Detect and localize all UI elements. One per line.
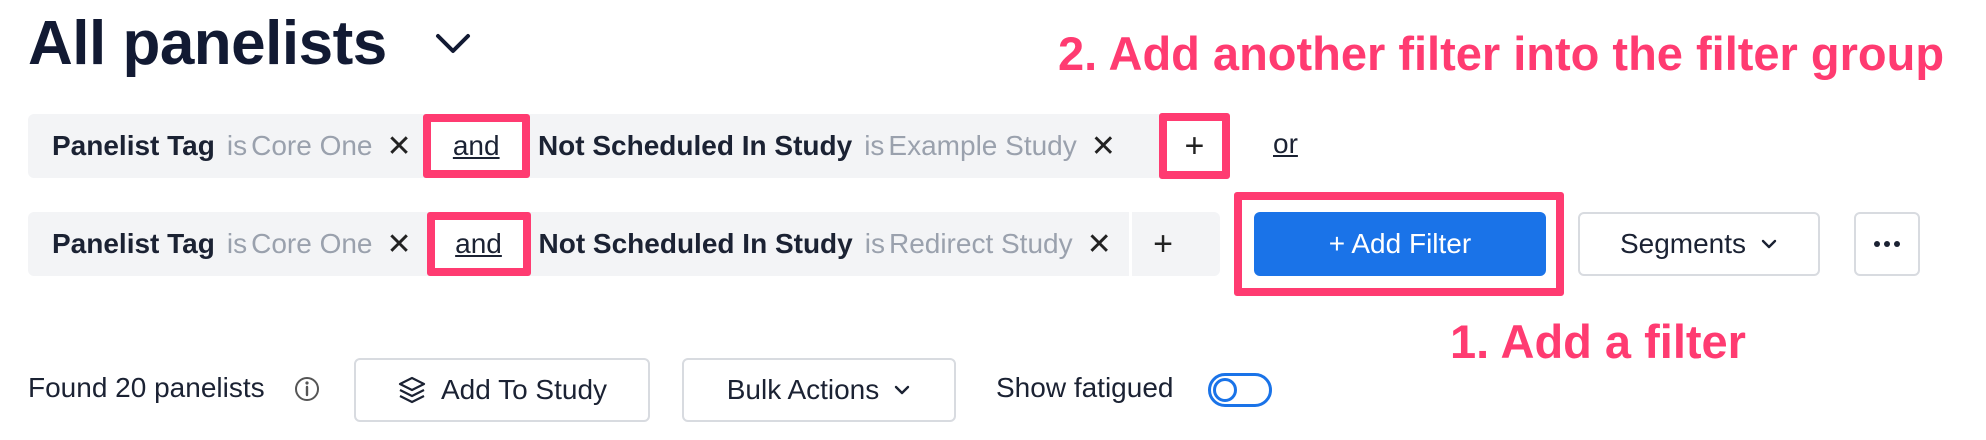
filter-group-1: Panelist Tag is Core One ✕ and Not Sched…: [28, 113, 1230, 179]
and-joiner-button[interactable]: and: [426, 212, 531, 276]
annotation-step-1: 1. Add a filter: [1450, 315, 1746, 368]
filter-operator: is: [864, 228, 885, 259]
page-title: All panelists: [28, 9, 387, 78]
filter-chip[interactable]: Not Scheduled In Study is Redirect Study…: [539, 212, 1123, 276]
and-joiner-button[interactable]: and: [422, 114, 530, 178]
close-icon[interactable]: ✕: [1091, 129, 1116, 164]
close-icon[interactable]: ✕: [387, 227, 412, 262]
filter-field: Not Scheduled In Study: [538, 228, 853, 259]
plus-icon[interactable]: +: [1158, 113, 1230, 179]
filter-value: Example Study: [888, 130, 1077, 161]
filter-chip[interactable]: Not Scheduled In Study is Example Study …: [538, 114, 1127, 178]
filter-value: Core One: [251, 228, 373, 259]
add-to-study-button[interactable]: Add To Study: [354, 358, 650, 422]
more-horizontal-icon: [1874, 241, 1900, 247]
filter-field: Panelist Tag: [52, 130, 215, 161]
chevron-down-icon[interactable]: [432, 26, 474, 62]
filter-value: Redirect Study: [888, 228, 1073, 259]
filter-value: Core One: [251, 130, 373, 161]
filter-field: Not Scheduled In Study: [537, 130, 853, 161]
add-to-study-label: Add To Study: [440, 374, 608, 405]
more-options-button[interactable]: [1854, 212, 1920, 276]
show-fatigued-toggle[interactable]: [1208, 373, 1272, 407]
filter-operator: is: [226, 130, 248, 161]
annotation-step-2: 2. Add another filter into the filter gr…: [1058, 27, 1945, 80]
bulk-actions-dropdown[interactable]: Bulk Actions: [682, 358, 956, 422]
chevron-down-icon: [895, 385, 910, 395]
filter-operator: is: [226, 228, 248, 259]
info-icon[interactable]: [294, 376, 320, 402]
filter-group-2: Panelist Tag is Core One ✕ and Not Sched…: [28, 212, 1220, 276]
close-icon[interactable]: ✕: [1087, 227, 1112, 262]
filter-operator: is: [864, 130, 885, 161]
filter-field: Panelist Tag: [52, 228, 215, 259]
toggle-knob: [1213, 378, 1237, 402]
show-fatigued-label: Show fatigued: [996, 372, 1174, 403]
close-icon[interactable]: ✕: [387, 129, 412, 164]
bulk-actions-label: Bulk Actions: [726, 374, 880, 405]
segments-dropdown[interactable]: Segments: [1578, 212, 1820, 276]
plus-icon[interactable]: +: [1128, 212, 1195, 276]
chevron-down-icon: [1761, 239, 1777, 249]
add-filter-button[interactable]: + Add Filter: [1254, 212, 1546, 276]
layers-icon: [398, 376, 426, 404]
found-count: Found 20 panelists: [28, 372, 265, 403]
filter-chip[interactable]: Panelist Tag is Core One ✕: [52, 114, 423, 178]
or-joiner-link[interactable]: or: [1273, 128, 1298, 160]
segments-label: Segments: [1619, 228, 1747, 259]
filter-chip[interactable]: Panelist Tag is Core One ✕: [52, 212, 423, 276]
